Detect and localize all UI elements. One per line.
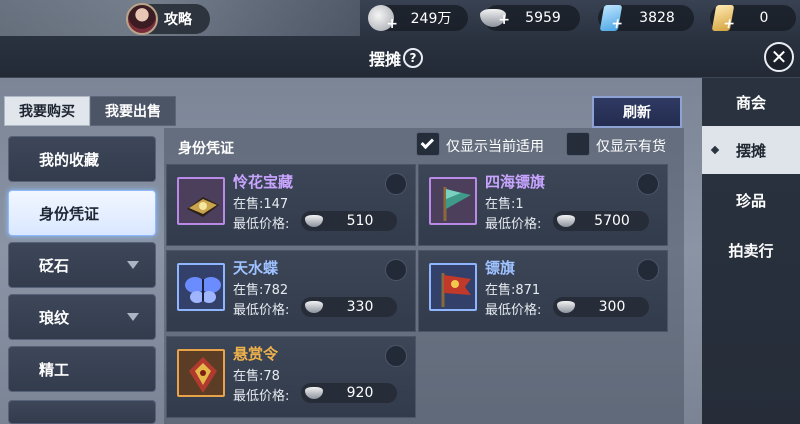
right-nav: 商会 摆摊 珍品 拍卖行 (702, 78, 800, 424)
item-price: 330 (346, 299, 374, 315)
guide-label: 攻略 (164, 12, 192, 28)
item-card[interactable]: 天水蝶 在售:782 最低价格: 330 (166, 250, 416, 332)
price-label: 最低价格: (233, 217, 290, 232)
price-box: 510 (301, 211, 397, 231)
item-name: 镖旗 (485, 259, 516, 277)
select-radio[interactable] (637, 173, 659, 195)
blue-ticket-icon: + (599, 5, 624, 32)
category-bianstone[interactable]: 砭石 (8, 242, 156, 288)
chevron-down-icon (127, 261, 139, 269)
panel-title: 摆摊 (368, 50, 401, 69)
panel-header: 摆摊 (0, 36, 800, 78)
item-card[interactable]: 镖旗 在售:871 最低价格: 300 (418, 250, 668, 332)
category-more[interactable] (8, 400, 156, 424)
blue-ticket-counter[interactable]: + 3828 (598, 5, 694, 32)
silver-ingot-value: 5959 (525, 10, 561, 26)
nav-label: 摆摊 (735, 141, 766, 160)
silver-ingot-icon: + (480, 9, 510, 28)
blue-ticket-value: 3828 (639, 10, 675, 26)
gold-ticket-icon: + (711, 5, 736, 32)
item-card[interactable]: 悬赏令 在售:78 最低价格: 920 (166, 336, 416, 418)
checkmark-icon (420, 135, 435, 149)
filter-stock-label: 仅显示有货 (596, 139, 666, 155)
help-icon[interactable]: ? (403, 48, 423, 68)
treasure-box-icon (177, 177, 225, 225)
price-label: 最低价格: (485, 303, 542, 318)
item-price: 5700 (594, 213, 630, 229)
category-favorites[interactable]: 我的收藏 (8, 136, 156, 182)
silver-ingot-counter[interactable]: + 5959 (480, 5, 580, 31)
category-craft[interactable]: 精工 (8, 346, 156, 392)
close-button[interactable]: ✕ (764, 42, 794, 72)
trade-tabs: 我要购买 我要出售 (4, 96, 176, 126)
silver-ingot-icon (557, 301, 575, 313)
silver-coin-counter[interactable]: + 249万 (368, 5, 468, 32)
silver-coin-icon: + (368, 5, 398, 32)
bounty-order-icon (177, 349, 225, 397)
item-price: 300 (598, 299, 626, 315)
guide-button[interactable]: 攻略 (126, 3, 210, 35)
filter-current-label: 仅显示当前适用 (446, 139, 544, 155)
nav-label: 拍卖行 (728, 241, 774, 260)
item-stock: 在售:78 (233, 369, 280, 384)
category-label: 砭石 (39, 256, 70, 275)
category-label: 我的收藏 (39, 150, 100, 169)
item-name: 四海镖旗 (485, 173, 546, 191)
filter-current-checkbox[interactable] (416, 132, 440, 156)
nav-stall[interactable]: 摆摊 (702, 126, 800, 174)
silver-ingot-icon (305, 301, 323, 313)
filter-stock-checkbox[interactable] (566, 132, 590, 156)
category-label: 身份凭证 (39, 204, 100, 223)
price-box: 330 (301, 297, 397, 317)
list-title: 身份凭证 (178, 141, 234, 157)
select-radio[interactable] (385, 259, 407, 281)
tab-sell[interactable]: 我要出售 (90, 96, 176, 126)
price-box: 5700 (553, 211, 649, 231)
nav-auction-house[interactable]: 拍卖行 (702, 226, 800, 274)
silver-ingot-icon (557, 215, 575, 227)
nav-chamber-of-commerce[interactable]: 商会 (702, 78, 800, 126)
silver-ingot-icon (305, 215, 323, 227)
item-stock: 在售:871 (485, 283, 541, 298)
nav-label: 商会 (735, 93, 766, 112)
select-radio[interactable] (637, 259, 659, 281)
select-radio[interactable] (385, 345, 407, 367)
butterfly-icon (177, 263, 225, 311)
resource-bar: 攻略 + 249万 + 5959 + 3828 + 0 (0, 0, 800, 36)
refresh-button[interactable]: 刷新 (592, 96, 682, 128)
gold-ticket-value: 0 (759, 10, 769, 26)
active-indicator-icon (710, 145, 720, 155)
red-flag-icon (429, 263, 477, 311)
price-label: 最低价格: (485, 217, 542, 232)
category-identity-token[interactable]: 身份凭证 (8, 190, 156, 236)
price-box: 920 (301, 383, 397, 403)
select-radio[interactable] (385, 173, 407, 195)
item-stock: 在售:147 (233, 197, 289, 212)
price-label: 最低价格: (233, 303, 290, 318)
nav-rare-items[interactable]: 珍品 (702, 176, 800, 224)
escort-flag-icon (429, 177, 477, 225)
item-price: 510 (346, 213, 374, 229)
item-name: 天水蝶 (233, 259, 279, 277)
tab-buy[interactable]: 我要购买 (4, 96, 90, 126)
price-label: 最低价格: (233, 389, 290, 404)
chevron-down-icon (127, 313, 139, 321)
silver-coin-value: 249万 (410, 11, 452, 27)
silver-ingot-icon (305, 387, 323, 399)
price-box: 300 (553, 297, 649, 317)
item-card[interactable]: 怜花宝藏 在售:147 最低价格: 510 (166, 164, 416, 246)
gold-ticket-counter[interactable]: + 0 (710, 5, 796, 32)
item-name: 怜花宝藏 (233, 173, 294, 191)
item-card[interactable]: 四海镖旗 在售:1 最低价格: 5700 (418, 164, 668, 246)
category-label: 精工 (39, 360, 70, 379)
item-stock: 在售:782 (233, 283, 289, 298)
item-stock: 在售:1 (485, 197, 524, 212)
item-price: 920 (346, 385, 374, 401)
nav-label: 珍品 (735, 191, 766, 210)
category-pattern[interactable]: 琅纹 (8, 294, 156, 340)
category-label: 琅纹 (39, 308, 70, 327)
character-avatar (126, 3, 158, 35)
item-name: 悬赏令 (233, 345, 279, 363)
